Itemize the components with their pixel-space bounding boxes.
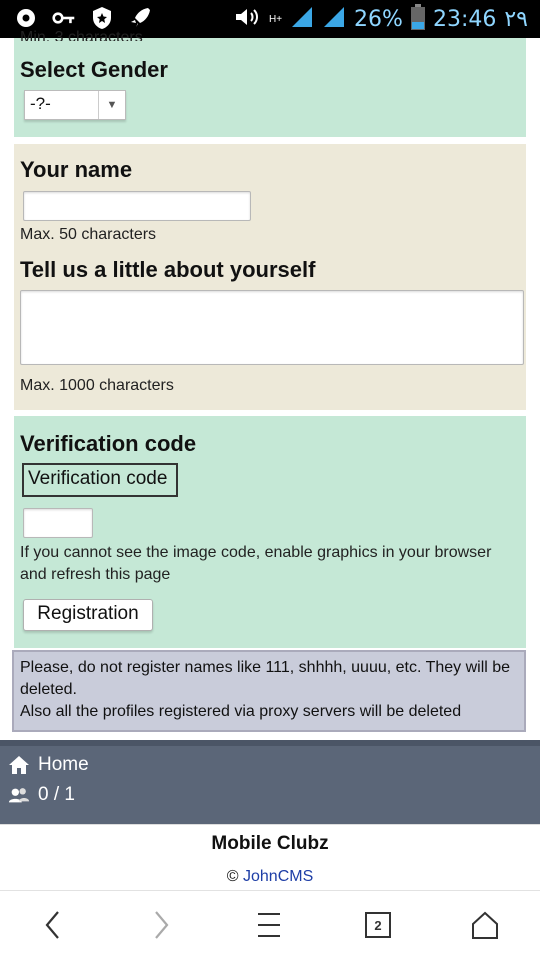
truncated-hint: Min. 3 characters [20,29,143,41]
rules-line-2: Also all the profiles registered via pro… [20,703,462,720]
profile-section: Your name Max. 50 characters Tell us a l… [14,144,526,410]
gender-select[interactable]: -?- ▼ [24,90,126,120]
gender-selected-value: -?- [30,94,51,113]
about-label: Tell us a little about yourself [20,257,316,282]
name-input[interactable] [23,191,251,221]
back-button[interactable] [33,907,73,943]
tabs-count: 2 [374,917,382,933]
rules-line-1: Please, do not register names like 111, … [20,659,511,698]
home-icon [8,755,30,775]
users-icon [8,785,30,805]
registration-button[interactable]: Registration [23,599,153,631]
network-type: H+ [268,14,283,25]
verification-input[interactable] [23,508,93,538]
signal-icon [290,5,314,34]
volume-icon [233,5,261,34]
verification-section: Verification code Verification code If y… [14,416,526,648]
bottom-nav: Home 0 / 1 [0,740,540,824]
browser-toolbar: 2 [0,890,540,961]
rules-notice: Please, do not register names like 111, … [12,650,526,732]
menu-button[interactable] [249,907,289,943]
battery-icon [410,4,425,35]
signal-icon-2 [322,5,346,34]
captcha-image: Verification code [22,463,178,497]
copyright: © JohnCMS [0,868,540,886]
gender-label: Select Gender [20,57,168,82]
battery-percent: 26% [354,6,403,32]
site-name: Mobile Clubz [211,833,329,854]
verification-label: Verification code [20,431,197,456]
about-hint: Max. 1000 characters [20,377,174,394]
clock: 23:46 [432,6,497,32]
registration-form: Min. 3 characters Select Gender -?- ▼ Yo… [6,29,534,740]
tabs-button[interactable]: 2 [358,907,398,943]
menu-icon [258,913,280,937]
copyright-symbol: © [226,868,239,885]
verification-hint: If you cannot see the image code, enable… [20,544,492,583]
chevron-right-icon [155,911,169,939]
browser-home-icon [472,911,498,939]
about-textarea[interactable] [20,290,524,365]
tabs-icon: 2 [365,912,391,938]
nav-home-label: Home [38,754,89,775]
nav-home[interactable]: Home [8,754,89,776]
forward-button[interactable] [141,907,181,943]
name-hint: Max. 50 characters [20,226,157,243]
nav-online-count: 0 / 1 [38,784,75,805]
nav-online-users[interactable]: 0 / 1 [8,784,75,806]
chevron-down-icon: ▼ [98,91,125,119]
name-label: Your name [20,157,133,182]
date-suffix: ٢٩ [504,6,528,32]
johncms-link[interactable]: JohnCMS [243,868,313,885]
site-footer: Mobile Clubz © JohnCMS [0,824,540,891]
chevron-left-icon [45,911,59,939]
gender-section: Min. 3 characters Select Gender -?- ▼ [14,29,526,137]
home-button[interactable] [465,907,505,943]
